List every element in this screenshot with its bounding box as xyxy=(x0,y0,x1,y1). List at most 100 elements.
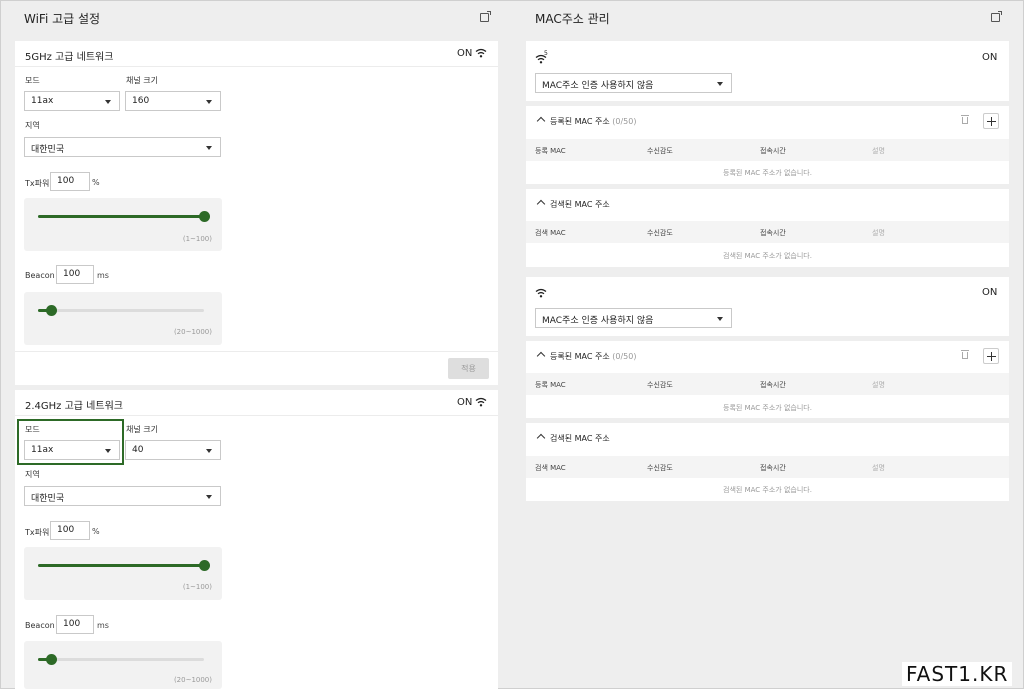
status-24ghz[interactable]: ON xyxy=(457,397,472,408)
plus-icon-stroke xyxy=(991,352,993,361)
delete-button[interactable] xyxy=(958,113,974,129)
beacon-label: Beacon xyxy=(25,271,55,280)
mac-management-title: MAC주소 관리 xyxy=(535,12,610,26)
tx-input[interactable]: 100 xyxy=(50,521,90,540)
divider xyxy=(15,415,498,416)
chevron-up-icon[interactable] xyxy=(536,351,546,361)
wifi-icon xyxy=(475,48,487,58)
empty-message: 등록된 MAC 주소가 없습니다. xyxy=(723,169,812,177)
col-header: 설명 xyxy=(872,464,885,472)
tx-label: Tx파워 xyxy=(25,528,50,537)
searched-mac-title: 검색된 MAC 주소 xyxy=(550,434,610,443)
col-header: 등록 MAC xyxy=(535,147,566,155)
mode-select[interactable]: 11ax xyxy=(24,440,120,460)
slider-track xyxy=(38,658,204,661)
delete-button[interactable] xyxy=(958,348,974,364)
chevron-up-icon[interactable] xyxy=(536,116,546,126)
status-5ghz[interactable]: ON xyxy=(457,48,472,59)
card-24ghz-title: 2.4GHz 고급 네트워크 xyxy=(25,401,123,412)
channel-select[interactable]: 40 xyxy=(125,440,221,460)
mac-band5-card: 5 ON MAC주소 인증 사용하지 않음 xyxy=(526,41,1009,101)
apply-button[interactable]: 적용 xyxy=(448,358,489,379)
empty-message: 검색된 MAC 주소가 없습니다. xyxy=(723,252,812,260)
mac-status-5[interactable]: ON xyxy=(982,52,997,63)
caret-down-icon xyxy=(105,449,111,453)
slider-knob[interactable] xyxy=(199,560,210,571)
add-button[interactable] xyxy=(983,348,999,364)
mac-status-24[interactable]: ON xyxy=(982,287,997,298)
region-select[interactable]: 대한민국 xyxy=(24,137,221,157)
searched-mac-title: 검색된 MAC 주소 xyxy=(550,200,610,209)
region-select[interactable]: 대한민국 xyxy=(24,486,221,506)
slider-knob[interactable] xyxy=(46,654,57,665)
refresh-icon[interactable] xyxy=(991,11,1002,22)
beacon-input[interactable]: 100 xyxy=(56,265,94,284)
brand-watermark: FAST1.KR xyxy=(902,662,1013,686)
chevron-up-icon[interactable] xyxy=(536,433,546,443)
col-header: 접속시간 xyxy=(760,229,786,237)
mode-value: 11ax xyxy=(31,96,54,106)
searched-mac-card: 검색된 MAC 주소 검색 MAC 수신감도 접속시간 설명 검색된 MAC 주… xyxy=(526,189,1009,267)
caret-down-icon xyxy=(206,100,212,104)
registered-mac-count: (0/50) xyxy=(612,117,637,126)
beacon-slider[interactable]: (20~1000) xyxy=(24,641,222,689)
tx-input[interactable]: 100 xyxy=(50,172,90,191)
col-header: 접속시간 xyxy=(760,464,786,472)
beacon-unit: ms xyxy=(97,271,109,280)
refresh-icon[interactable] xyxy=(480,11,491,22)
channel-select[interactable]: 160 xyxy=(125,91,221,111)
tx-slider[interactable]: (1~100) xyxy=(24,547,222,600)
col-header: 설명 xyxy=(872,147,885,155)
slider-fill xyxy=(38,215,204,218)
beacon-label: Beacon xyxy=(25,621,55,630)
caret-down-icon xyxy=(717,317,723,321)
tx-slider[interactable]: (1~100) xyxy=(24,198,222,251)
mac-auth-value: MAC주소 인증 사용하지 않음 xyxy=(542,81,654,91)
col-header: 수신감도 xyxy=(647,381,673,389)
beacon-slider[interactable]: (20~1000) xyxy=(24,292,222,345)
mac-auth-select[interactable]: MAC주소 인증 사용하지 않음 xyxy=(535,73,732,93)
band-5-mark: 5 xyxy=(544,50,548,57)
chevron-up-icon[interactable] xyxy=(536,199,546,209)
tx-range: (1~100) xyxy=(182,583,212,591)
caret-down-icon xyxy=(717,82,723,86)
channel-value: 160 xyxy=(132,96,150,106)
col-header: 검색 MAC xyxy=(535,229,566,237)
mode-select[interactable]: 11ax xyxy=(24,91,120,111)
channel-label: 채널 크기 xyxy=(126,76,158,85)
channel-value: 40 xyxy=(132,445,144,455)
card-5ghz-title: 5GHz 고급 네트워크 xyxy=(25,52,114,63)
col-header: 등록 MAC xyxy=(535,381,566,389)
caret-down-icon xyxy=(206,449,212,453)
tx-label: Tx파워 xyxy=(25,179,50,188)
registered-mac-title: 등록된 MAC 주소 (0/50) xyxy=(550,351,636,362)
col-header: 검색 MAC xyxy=(535,464,566,472)
col-header: 접속시간 xyxy=(760,147,786,155)
tx-range: (1~100) xyxy=(182,235,212,243)
mode-label: 모드 xyxy=(25,76,40,85)
mode-label: 모드 xyxy=(25,425,40,434)
trash-icon xyxy=(961,350,969,359)
mac-auth-select[interactable]: MAC주소 인증 사용하지 않음 xyxy=(535,308,732,328)
mode-value: 11ax xyxy=(31,445,54,455)
channel-label: 채널 크기 xyxy=(126,425,158,434)
region-value: 대한민국 xyxy=(31,494,65,504)
add-button[interactable] xyxy=(983,113,999,129)
caret-down-icon xyxy=(206,495,212,499)
region-label: 지역 xyxy=(25,121,40,130)
region-label: 지역 xyxy=(25,470,40,479)
registered-mac-card: 등록된 MAC 주소 (0/50) 등록 MAC 수신감도 접속시간 설명 등록… xyxy=(526,341,1009,418)
slider-knob[interactable] xyxy=(46,305,57,316)
region-value: 대한민국 xyxy=(31,145,65,155)
col-header: 수신감도 xyxy=(647,229,673,237)
empty-message: 검색된 MAC 주소가 없습니다. xyxy=(723,486,812,494)
tx-unit: % xyxy=(92,527,100,536)
registered-mac-count: (0/50) xyxy=(612,352,637,361)
col-header: 수신감도 xyxy=(647,464,673,472)
col-header: 설명 xyxy=(872,381,885,389)
col-header: 접속시간 xyxy=(760,381,786,389)
wifi-icon xyxy=(475,397,487,407)
beacon-input[interactable]: 100 xyxy=(56,615,94,634)
table-header: 검색 MAC 수신감도 접속시간 설명 xyxy=(526,221,1009,243)
slider-knob[interactable] xyxy=(199,211,210,222)
